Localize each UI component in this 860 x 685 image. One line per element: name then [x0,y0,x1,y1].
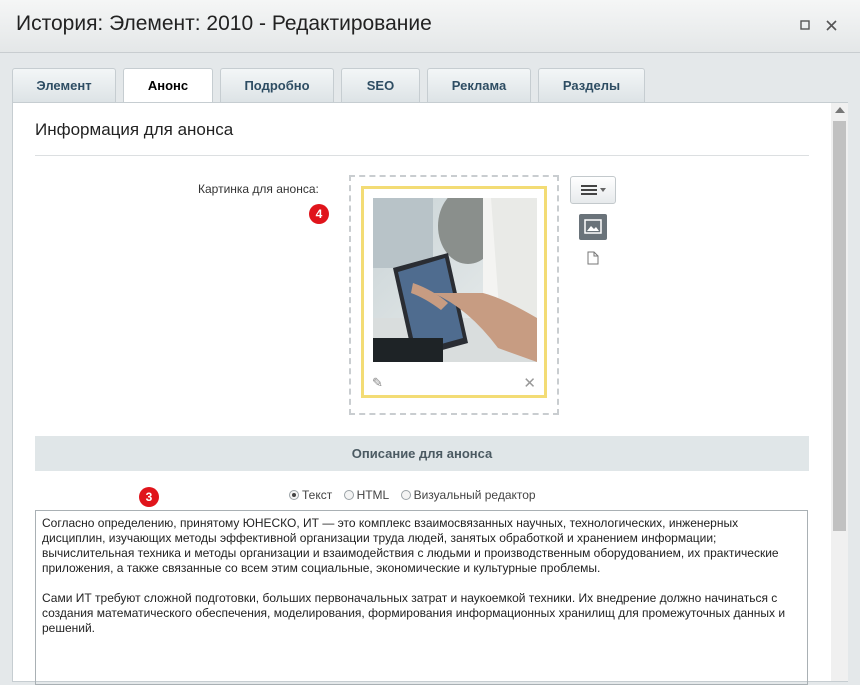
window-title: История: Элемент: 2010 - Редактирование [16,12,432,35]
radio-html[interactable]: HTML [343,488,390,502]
tab-podrobno[interactable]: Подробно [220,68,334,102]
description-header: Описание для анонса [35,436,809,471]
description-textarea[interactable]: Согласно определению, принятому ЮНЕСКО, … [35,510,808,685]
radio-visual-editor[interactable]: Визуальный редактор [400,488,536,502]
radio-dot [400,490,411,500]
file-icon[interactable] [587,251,599,270]
radio-label: Визуальный редактор [413,488,536,502]
edit-icon[interactable]: ✎ [372,375,383,391]
image-icon[interactable] [579,214,607,240]
divider [35,155,809,156]
step-badge-4: 4 [309,204,329,224]
tab-reklama[interactable]: Реклама [427,68,531,102]
image-preview-frame[interactable]: ✎ ✕ [361,186,547,398]
image-options-menu-button[interactable] [570,176,616,204]
description-paragraph: Сами ИТ требуют сложной подготовки, боль… [42,591,786,635]
section-title: Информация для анонса [35,120,234,139]
description-paragraph: Согласно определению, принятому ЮНЕСКО, … [42,516,779,575]
window-titlebar: История: Элемент: 2010 - Редактирование [0,0,860,53]
tab-anons[interactable]: Анонс [123,68,213,103]
tab-element[interactable]: Элемент [12,68,116,102]
radio-text[interactable]: Текст [289,488,332,502]
scrollbar-thumb[interactable] [833,121,846,531]
image-dropzone[interactable]: ✎ ✕ [349,175,559,415]
scrollbar[interactable] [831,103,848,681]
preview-image-label: Картинка для анонса: [198,182,319,196]
radio-dot [343,490,354,500]
step-badge-3: 3 [139,487,159,507]
description-type-selector: Текст HTML Визуальный редактор [289,488,544,502]
tab-content-panel: Информация для анонса Картинка для анонс… [12,102,848,685]
radio-label: HTML [356,488,390,502]
radio-dot [289,490,299,500]
delete-icon[interactable]: ✕ [523,374,536,392]
tab-razdely[interactable]: Разделы [538,68,645,102]
preview-image [373,198,537,362]
radio-label: Текст [302,488,333,502]
scroll-up-icon[interactable] [835,107,845,113]
tab-seo[interactable]: SEO [341,68,420,102]
menu-icon [581,185,606,195]
restore-icon[interactable] [797,17,813,33]
close-icon[interactable] [823,17,839,33]
